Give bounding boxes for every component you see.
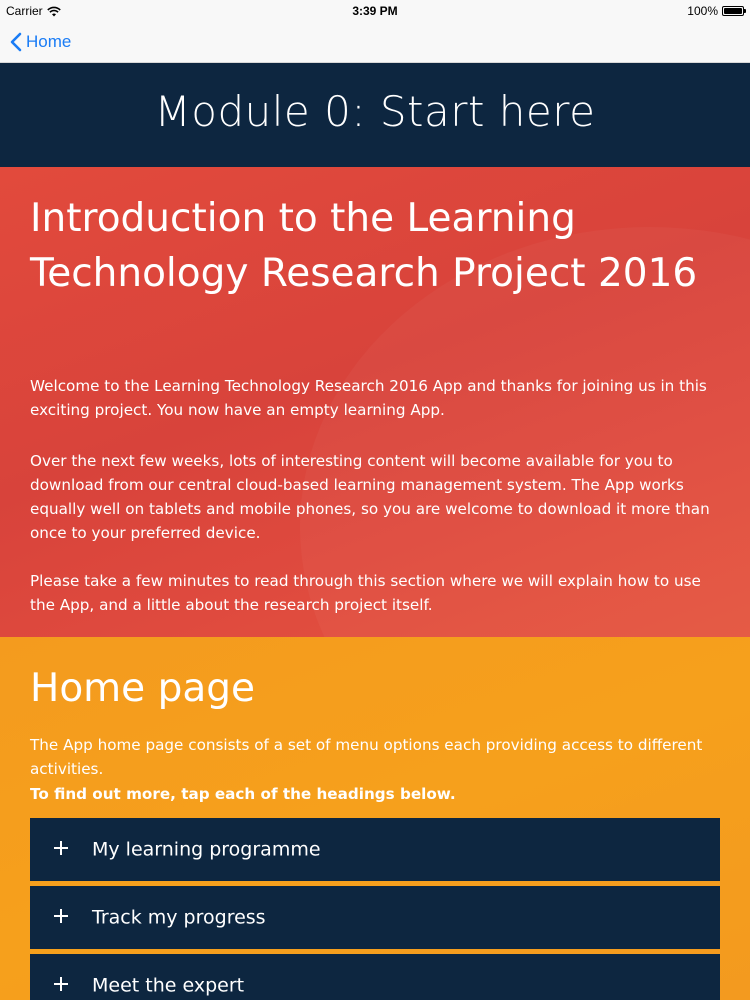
home-page-section: Home page The App home page consists of … — [0, 637, 750, 1000]
accordion-label: My learning programme — [92, 838, 321, 861]
status-right: 100% — [687, 4, 746, 18]
module-header: Module 0: Start here — [0, 63, 750, 167]
intro-section: Introduction to the Learning Technology … — [0, 167, 750, 637]
navigation-bar: Home — [0, 22, 750, 63]
plus-icon — [54, 976, 68, 991]
battery-percent: 100% — [687, 4, 718, 18]
accordion-meet-the-expert[interactable]: Meet the expert — [30, 954, 720, 1000]
accordion-label: Meet the expert — [92, 974, 245, 997]
battery-icon — [722, 6, 746, 16]
app-screen: Carrier 3:39 PM 100% Home Module 0: Star… — [0, 0, 750, 1000]
module-title: Module 0: Start here — [154, 86, 596, 136]
home-page-instruction: To find out more, tap each of the headin… — [30, 785, 456, 803]
status-bar: Carrier 3:39 PM 100% — [0, 0, 750, 22]
intro-paragraph-3: Please take a few minutes to read throug… — [30, 572, 701, 614]
back-button[interactable]: Home — [10, 28, 71, 56]
back-button-label: Home — [26, 32, 72, 51]
intro-paragraph-1: Welcome to the Learning Technology Resea… — [30, 377, 707, 419]
home-page-intro: The App home page consists of a set of m… — [30, 736, 703, 778]
status-time: 3:39 PM — [352, 4, 398, 18]
plus-icon — [54, 840, 68, 855]
chevron-left-icon — [10, 32, 22, 52]
accordion-label: Track my progress — [92, 906, 266, 929]
intro-paragraph-2: Over the next few weeks, lots of interes… — [30, 452, 710, 542]
accordion-track-my-progress[interactable]: Track my progress — [30, 886, 720, 949]
plus-icon — [54, 908, 68, 923]
home-page-title: Home page — [30, 666, 255, 711]
intro-title: Introduction to the Learning Technology … — [30, 196, 698, 296]
accordion-my-learning-programme[interactable]: My learning programme — [30, 818, 720, 881]
